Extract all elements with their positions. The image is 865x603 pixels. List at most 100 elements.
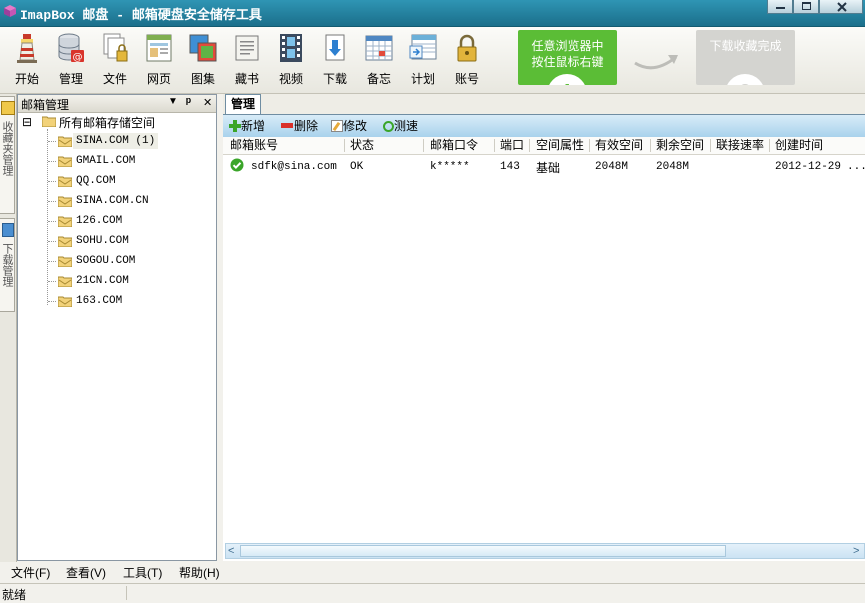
tree-connector [48,301,56,303]
toolbar-start-button[interactable]: 开始 [4,27,50,91]
tree-item-label: SINA.COM.CN [76,195,149,207]
col-separator [344,139,345,152]
minimize-button[interactable] [767,0,793,14]
webpage-icon [146,34,172,62]
add-button[interactable]: 新增 [229,118,265,134]
toolbar-files-label: 文件 [102,72,127,86]
side-tab-favorites[interactable]: 收藏夹管理 [0,96,15,214]
tree-item[interactable]: SOHU.COM [48,233,198,249]
tree-connector [48,261,56,263]
mail-folder-icon [57,195,73,208]
toolbar-account-label: 账号 [454,72,479,86]
panel-close-icon[interactable]: ✕ [203,96,212,109]
tree-item[interactable]: SINA.COM.CN [48,193,198,209]
tree-item[interactable]: SOGOU.COM [48,253,198,269]
scroll-right-icon[interactable]: > [853,544,859,558]
cell-status: OK [350,161,364,173]
grid-header: 邮箱账号 状态 邮箱口令 端口 空间属性 有效空间 剩余空间 联接速率 创建时间 [223,137,865,155]
col-created[interactable]: 创建时间 [775,138,823,153]
side-tab-strip: 收藏夹管理 下载管理 [0,94,17,562]
mail-folder-icon [57,215,73,228]
mailbox-panel-header: 邮箱管理 ▼ ᵖ ✕ [18,94,216,113]
tree-connector [48,201,56,203]
col-separator [589,139,590,152]
curved-arrow-icon [634,55,678,70]
toolbar-manage-label: 管理 [58,72,83,86]
menu-help[interactable]: 帮助(H) [179,564,220,581]
schedule-icon [409,34,437,60]
tree-collapse-toggle[interactable]: ⊟ [22,115,32,129]
panel-dropdown-icon[interactable]: ▼ [168,96,178,107]
tree-item-label: SOGOU.COM [76,255,136,267]
main-toolbar: 开始 @ 管理 文件 网页 图集 藏书 视频 下载 备忘 计划 账号 任意浏览器… [0,27,865,94]
side-tab-favorites-label: 收藏夹管理 [1,121,13,176]
toolbar-plan-label: 计划 [410,72,435,86]
scroll-thumb[interactable] [240,545,726,557]
toolbar-manage-button[interactable]: @ 管理 [48,27,94,91]
toolbar-plan-button[interactable]: 计划 [400,27,446,91]
tree-item-label: QQ.COM [76,175,116,187]
maximize-icon [802,2,811,10]
toolbar-files-button[interactable]: 文件 [92,27,138,91]
tree-root-label[interactable]: 所有邮箱存储空间 [59,114,155,131]
step1-line2: 按住鼠标右键 [531,55,604,69]
maximize-button[interactable] [793,0,819,14]
edit-button[interactable]: 修改 [331,118,367,134]
tree-item[interactable]: GMAIL.COM [48,153,198,169]
col-space-type[interactable]: 空间属性 [536,138,584,153]
manage-panel: 管理 新增 删除 修改 测速 邮箱账号 状态 邮箱口令 端口 空间属性 有效空间… [223,94,865,561]
tree-connector [48,161,56,163]
scroll-left-icon[interactable]: < [228,544,234,558]
toolbar-video-label: 视频 [278,72,303,86]
menu-view[interactable]: 查看(V) [66,564,106,581]
svg-text:@: @ [73,52,83,63]
horizontal-scrollbar[interactable]: < > [225,543,865,559]
col-speed[interactable]: 联接速率 [716,138,764,153]
tree-connector [48,241,56,243]
tab-manage[interactable]: 管理 [225,94,261,114]
tree-item[interactable]: QQ.COM [48,173,198,189]
refresh-icon [383,121,394,132]
root-folder-icon [41,115,57,128]
toolbar-memo-button[interactable]: 备忘 [356,27,402,91]
side-tab-downloads[interactable]: 下载管理 [0,218,15,312]
tree-item[interactable]: 21CN.COM [48,273,198,289]
toolbar-webpage-button[interactable]: 网页 [136,27,182,91]
toolbar-gallery-button[interactable]: 图集 [180,27,226,91]
tree-item[interactable]: 126.COM [48,213,198,229]
toolbar-books-button[interactable]: 藏书 [224,27,270,91]
step2-text: 下载收藏完成 [709,39,782,53]
col-port[interactable]: 端口 [500,138,524,153]
cell-overflow: ... [847,161,865,173]
col-password[interactable]: 邮箱口令 [430,138,478,153]
favorites-icon [1,101,15,115]
close-icon [837,2,847,12]
col-effective-space[interactable]: 有效空间 [595,138,643,153]
mail-folder-icon [57,175,73,188]
delete-button[interactable]: 删除 [281,118,318,134]
col-account[interactable]: 邮箱账号 [230,138,278,153]
step-guide-2: 下载收藏完成 2 [696,30,795,85]
tree-connector [48,181,56,183]
col-separator [423,139,424,152]
tree-item-label: SINA.COM (1) [73,133,159,149]
edit-icon [331,120,343,132]
close-window-button[interactable] [819,0,863,14]
tree-item-label: SOHU.COM [76,235,129,247]
col-remaining-space[interactable]: 剩余空间 [656,138,704,153]
toolbar-download-button[interactable]: 下载 [312,27,358,91]
menu-tools[interactable]: 工具(T) [123,564,162,581]
toolbar-video-button[interactable]: 视频 [268,27,314,91]
step1-line1: 任意浏览器中 [531,39,604,53]
download-icon [325,34,345,61]
downloads-icon [2,223,14,237]
tree-item[interactable]: 163.COM [48,293,198,309]
cell-account: sdfk@sina.com [251,161,337,173]
panel-pin-icon[interactable]: ᵖ [186,94,191,109]
col-status[interactable]: 状态 [350,138,374,153]
speedtest-button[interactable]: 测速 [383,118,418,134]
status-text: 就绪 [2,588,27,602]
toolbar-account-button[interactable]: 账号 [444,27,490,91]
tree-item[interactable]: SINA.COM (1) [48,133,198,149]
menu-file[interactable]: 文件(F) [11,564,50,581]
